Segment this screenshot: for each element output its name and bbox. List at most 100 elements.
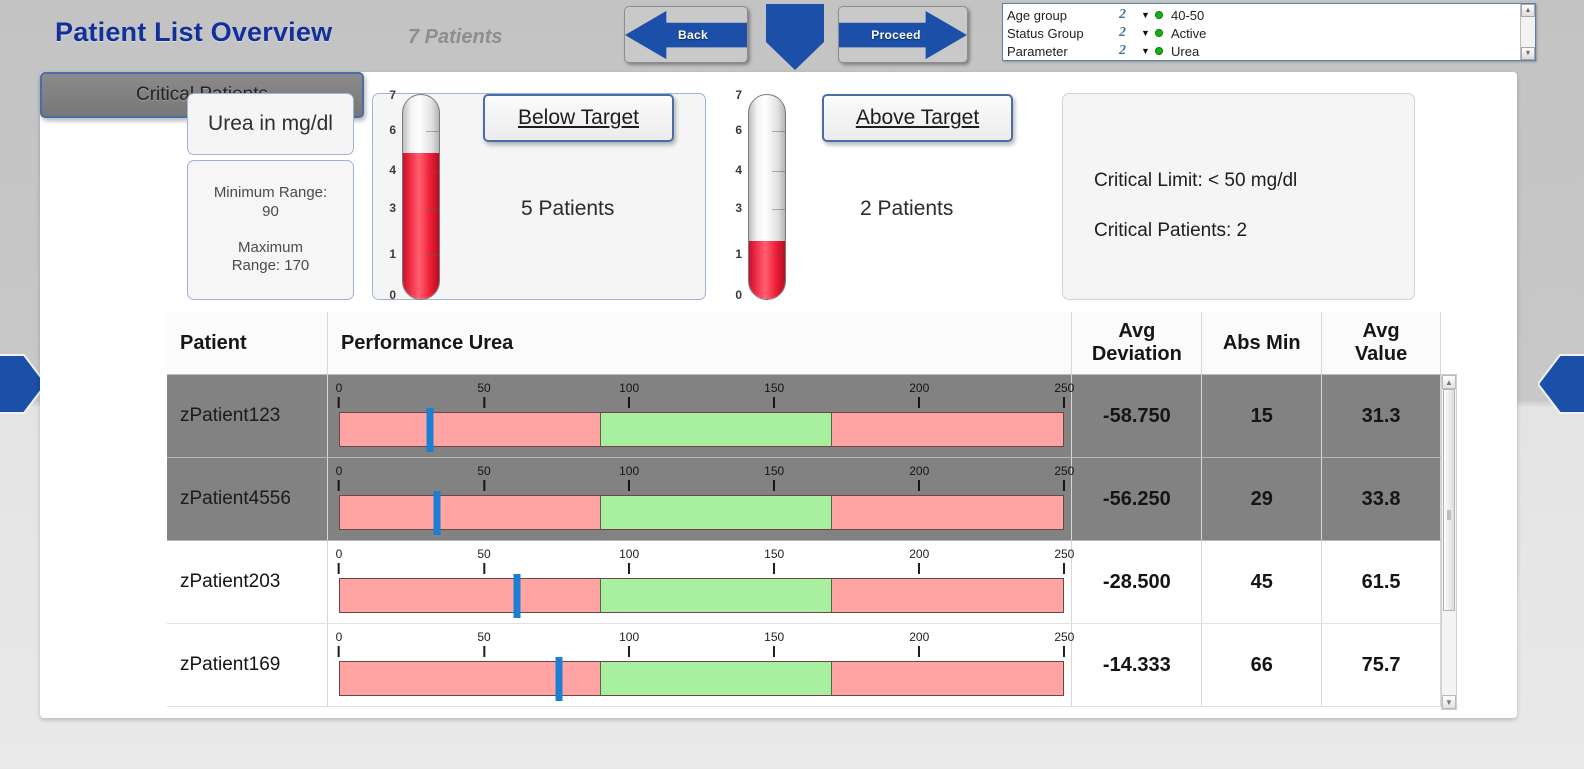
bullet-bar — [338, 578, 1065, 613]
table-row[interactable]: zPatient123 0 50 100 150 200 250 -58.750… — [167, 374, 1441, 458]
scroll-up-icon[interactable]: ▲ — [1521, 4, 1535, 17]
avg-deviation-value: -14.333 — [1071, 623, 1203, 707]
filter-row-age-group[interactable]: Age group 2 ▼ 40-50 — [1007, 6, 1520, 24]
back-button-label: Back — [678, 27, 708, 42]
table-header-row: Patient Performance Urea Avg Deviation A… — [167, 312, 1441, 375]
bullet-bar — [338, 661, 1065, 696]
abs-min-value: 29 — [1201, 457, 1323, 541]
bullet-axis: 0 50 100 150 200 250 — [335, 630, 1074, 660]
chevron-down-icon[interactable]: ▼ — [1141, 10, 1155, 20]
value-marker — [513, 574, 521, 618]
table-row[interactable]: zPatient203 0 50 100 150 200 250 -28.500… — [167, 540, 1441, 624]
performance-bullet-cell: 0 50 100 150 200 250 — [327, 623, 1074, 707]
filter-edit-icon[interactable]: 2 — [1119, 7, 1141, 23]
axis-tick: 0 — [335, 464, 343, 478]
thermometer-scale: 7 6 4 3 1 0 — [378, 88, 398, 303]
bullet-chart: 0 50 100 150 200 250 — [335, 626, 1074, 704]
axis-tick: 250 — [1054, 464, 1075, 478]
critical-limit-text: Critical Limit: < 50 mg/dl — [1094, 170, 1298, 191]
axis-tick: 200 — [909, 630, 930, 644]
axis-tick: 100 — [619, 547, 640, 561]
thermometer-ticks — [403, 95, 439, 299]
thermo-tick: 4 — [735, 163, 742, 177]
scroll-down-icon[interactable]: ▼ — [1521, 47, 1535, 60]
axis-tick: 200 — [909, 381, 930, 395]
column-header-abs-min[interactable]: Abs Min — [1201, 312, 1323, 375]
above-target-button-label: Above Target — [855, 106, 980, 129]
thermometer-ticks — [749, 95, 785, 299]
axis-tick: 100 — [619, 381, 640, 395]
column-header-performance[interactable]: Performance Urea — [327, 312, 1073, 375]
table-scrollbar[interactable]: ▲ ▼ — [1441, 374, 1457, 710]
avg-deviation-line2: Deviation — [1091, 343, 1182, 365]
target-band — [600, 413, 832, 446]
chevron-down-icon[interactable]: ▼ — [1141, 28, 1155, 38]
target-band — [600, 579, 832, 612]
axis-tick: 150 — [764, 630, 785, 644]
patient-table: Patient Performance Urea Avg Deviation A… — [167, 312, 1441, 707]
target-band — [600, 662, 832, 695]
filter-value: Urea — [1171, 43, 1200, 59]
chevron-down-icon[interactable]: ▼ — [1141, 46, 1155, 56]
filter-value: 40-50 — [1171, 7, 1205, 23]
axis-tick: 250 — [1054, 381, 1075, 395]
table-row[interactable]: zPatient169 0 50 100 150 200 250 -14.333… — [167, 623, 1441, 707]
status-dot-icon — [1155, 47, 1171, 55]
avg-value: 33.8 — [1321, 457, 1441, 541]
page-title: Patient List Overview — [55, 17, 333, 47]
main-content-card: Urea in mg/dl Minimum Range: 90 Maximum … — [40, 72, 1517, 718]
parameter-range-box: Minimum Range: 90 Maximum Range: 170 — [187, 160, 354, 300]
avg-deviation-value: -58.750 — [1071, 374, 1203, 458]
column-header-avg-deviation[interactable]: Avg Deviation — [1071, 312, 1203, 375]
back-button[interactable]: Back — [624, 6, 748, 63]
abs-min-value: 15 — [1201, 374, 1323, 458]
axis-tick: 200 — [909, 464, 930, 478]
below-target-button[interactable]: Below Target — [483, 94, 674, 142]
thermo-tick: 3 — [735, 201, 742, 215]
filter-edit-icon[interactable]: 2 — [1119, 25, 1141, 41]
filter-row-parameter[interactable]: Parameter 2 ▼ Urea — [1007, 42, 1520, 60]
bullet-axis: 0 50 100 150 200 250 — [335, 464, 1074, 494]
thermometer-scale: 7 6 4 3 1 0 — [724, 88, 744, 303]
filter-scrollbar[interactable]: ▲ ▼ — [1520, 4, 1535, 60]
axis-tick: 0 — [335, 547, 343, 561]
filter-edit-icon[interactable]: 2 — [1119, 43, 1141, 59]
minimum-range-block: Minimum Range: 90 — [214, 184, 327, 222]
above-target-button[interactable]: Above Target — [822, 94, 1013, 142]
bullet-axis: 0 50 100 150 200 250 — [336, 381, 1074, 411]
target-band — [600, 496, 832, 529]
value-marker — [555, 657, 563, 701]
below-target-button-label: Below Target — [517, 106, 640, 129]
bullet-chart: 0 50 100 150 200 250 — [335, 543, 1074, 621]
scrollbar-thumb[interactable] — [1443, 389, 1455, 611]
next-page-arrow[interactable] — [1538, 345, 1584, 423]
kpi-summary-row: Urea in mg/dl Minimum Range: 90 Maximum … — [40, 72, 1517, 312]
column-header-patient[interactable]: Patient — [167, 312, 328, 375]
minimum-range-value: 90 — [262, 202, 279, 220]
axis-tick: 100 — [619, 630, 640, 644]
patient-table-container: Patient Performance Urea Avg Deviation A… — [167, 312, 1457, 710]
maximum-range-label: Maximum — [237, 238, 303, 256]
down-arrow-button[interactable] — [762, 2, 828, 72]
thermo-tick: 6 — [735, 123, 742, 137]
scrollbar-grip — [1447, 510, 1451, 520]
axis-tick: 250 — [1054, 547, 1075, 561]
table-row[interactable]: zPatient4556 0 50 100 150 200 250 -56.25… — [167, 457, 1441, 541]
proceed-button[interactable]: Proceed — [838, 6, 968, 63]
bullet-chart: 0 50 100 150 200 250 — [336, 377, 1074, 455]
minimum-range-label: Minimum Range: — [213, 184, 328, 201]
above-target-count: 2 Patients — [860, 197, 954, 220]
axis-tick: 50 — [477, 547, 491, 561]
avg-deviation-value: -56.250 — [1071, 457, 1203, 541]
axis-tick: 0 — [335, 630, 343, 644]
scroll-up-icon[interactable]: ▲ — [1442, 375, 1456, 389]
scroll-down-icon[interactable]: ▼ — [1442, 695, 1456, 709]
thermo-tick: 7 — [735, 88, 742, 102]
axis-tick: 150 — [764, 464, 785, 478]
below-target-count: 5 Patients — [521, 197, 615, 220]
column-header-avg-value[interactable]: Avg Value — [1321, 312, 1441, 375]
critical-count-text: Critical Patients: 2 — [1094, 220, 1248, 241]
axis-tick: 150 — [764, 381, 785, 395]
thermo-tick: 1 — [735, 247, 742, 261]
filter-row-status-group[interactable]: Status Group 2 ▼ Active — [1007, 24, 1520, 42]
